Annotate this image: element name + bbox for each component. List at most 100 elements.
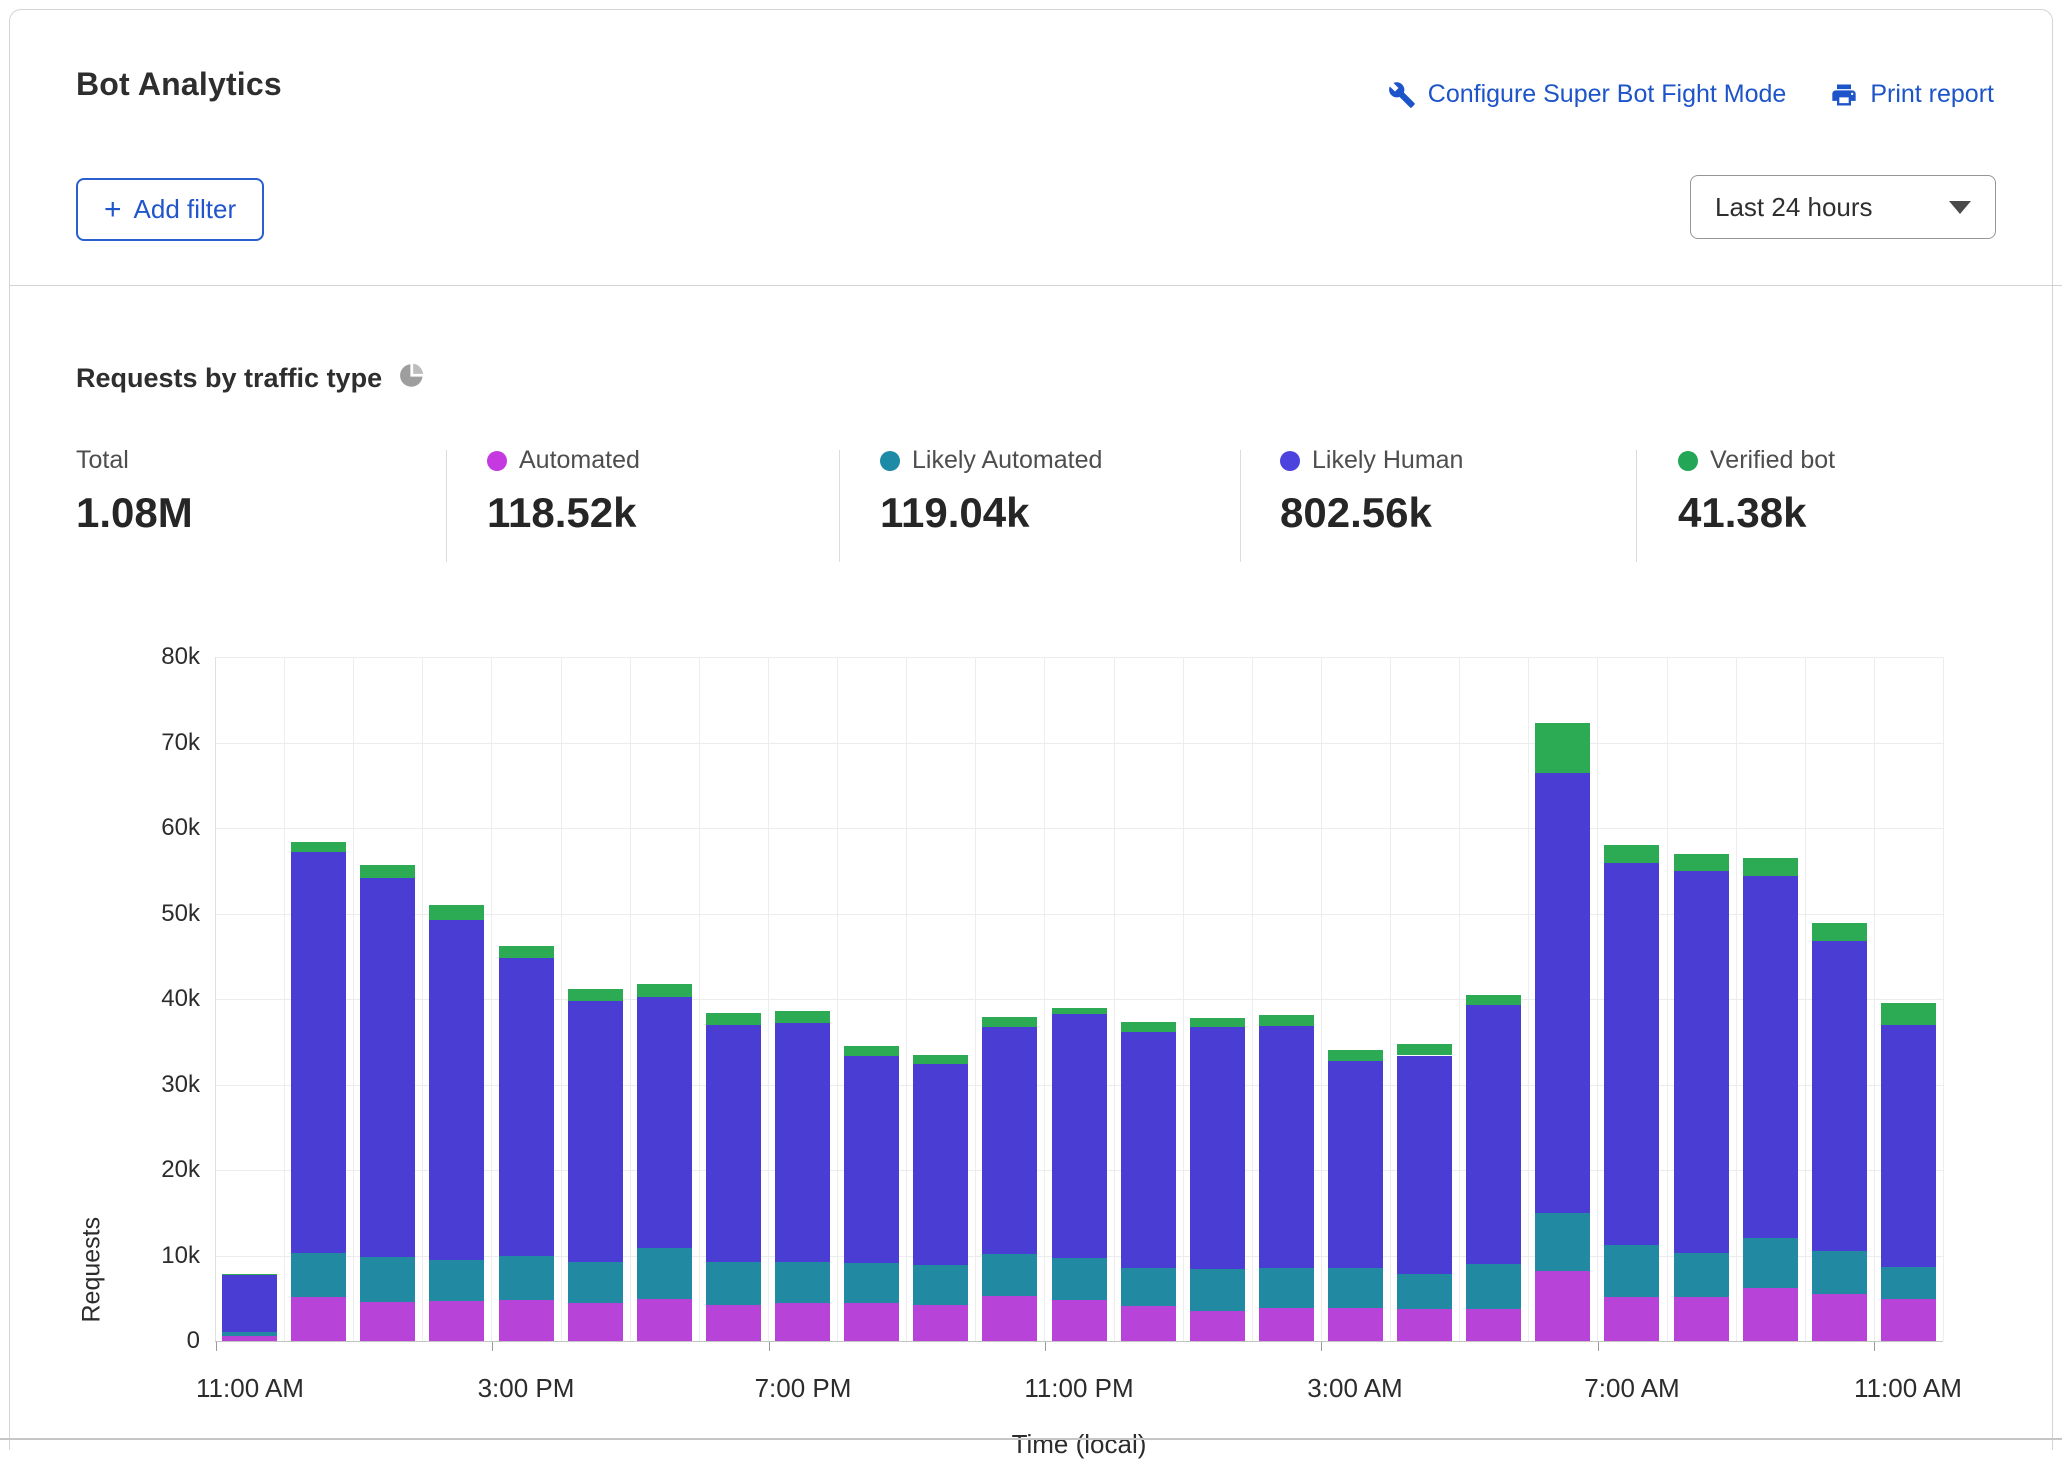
v-gridline <box>1597 657 1598 1341</box>
bar-5-00-pm[interactable] <box>637 984 692 1341</box>
segment-verified-bot <box>1121 1022 1176 1031</box>
x-tick-label: 3:00 AM <box>1265 1373 1445 1404</box>
segment-likely-automated <box>1328 1268 1383 1308</box>
stat-label: Total <box>76 446 129 475</box>
bar-4-00-pm[interactable] <box>568 989 623 1341</box>
segment-likely-human <box>429 920 484 1260</box>
bar-8-00-pm[interactable] <box>844 1046 899 1341</box>
stat-separator <box>1240 450 1241 562</box>
stat-likely-automated[interactable]: Likely Automated119.04k <box>880 446 1102 537</box>
segment-automated <box>1259 1308 1314 1341</box>
segment-likely-human <box>1121 1032 1176 1268</box>
bar-10-00-am[interactable] <box>1812 923 1867 1341</box>
stat-separator <box>446 450 447 562</box>
bar-2-00-pm[interactable] <box>429 905 484 1341</box>
segment-likely-human <box>360 878 415 1257</box>
x-axis-title: Time (local) <box>929 1429 1229 1460</box>
v-gridline <box>1943 657 1944 1341</box>
bar-4-00-am[interactable] <box>1397 1044 1452 1341</box>
segment-likely-human <box>499 958 554 1256</box>
segment-automated <box>913 1305 968 1341</box>
segment-automated <box>1881 1299 1936 1341</box>
bar-1-00-pm[interactable] <box>360 865 415 1341</box>
segment-likely-human <box>222 1275 277 1331</box>
stat-label: Likely Human <box>1312 446 1463 475</box>
stat-verified-bot[interactable]: Verified bot41.38k <box>1678 446 1835 537</box>
stat-total[interactable]: Total 1.08M <box>76 446 193 537</box>
bar-9-00-am[interactable] <box>1743 858 1798 1341</box>
v-gridline <box>1874 657 1875 1341</box>
stat-automated[interactable]: Automated118.52k <box>487 446 640 537</box>
y-tick-label: 60k <box>120 814 200 842</box>
bar-7-00-am[interactable] <box>1604 845 1659 1341</box>
segment-likely-automated <box>844 1263 899 1303</box>
segment-automated <box>499 1300 554 1341</box>
y-tick-label: 20k <box>120 1156 200 1184</box>
bar-3-00-am[interactable] <box>1328 1049 1383 1341</box>
segment-automated <box>1535 1271 1590 1341</box>
y-tick-label: 50k <box>120 900 200 928</box>
segment-likely-human <box>982 1027 1037 1254</box>
bar-9-00-pm[interactable] <box>913 1055 968 1341</box>
print-report-link[interactable]: Print report <box>1830 80 1994 109</box>
segment-verified-bot <box>429 905 484 920</box>
print-link-label: Print report <box>1870 80 1994 109</box>
stat-value: 1.08M <box>76 489 193 537</box>
bar-11-00-pm[interactable] <box>1052 1008 1107 1341</box>
bar-8-00-am[interactable] <box>1674 854 1729 1341</box>
configure-super-bot-fight-mode-link[interactable]: Configure Super Bot Fight Mode <box>1388 80 1787 109</box>
configure-link-label: Configure Super Bot Fight Mode <box>1428 80 1787 109</box>
segment-automated <box>1812 1294 1867 1341</box>
segment-likely-human <box>291 852 346 1253</box>
add-filter-button[interactable]: + Add filter <box>76 178 264 241</box>
segment-likely-human <box>1190 1027 1245 1269</box>
v-gridline <box>1321 657 1322 1341</box>
segment-likely-automated <box>1190 1269 1245 1311</box>
bar-11-00-am[interactable] <box>222 1273 277 1341</box>
segment-likely-automated <box>1812 1251 1867 1294</box>
segment-likely-human <box>1812 941 1867 1251</box>
bar-12-00-am[interactable] <box>1121 1022 1176 1341</box>
stats-row: Total 1.08M Automated118.52k Likely Automat… <box>10 440 2062 570</box>
bar-6-00-am[interactable] <box>1535 723 1590 1341</box>
bar-11-00-am[interactable] <box>1881 1003 1936 1341</box>
segment-verified-bot <box>1881 1003 1936 1024</box>
segment-likely-human <box>706 1025 761 1262</box>
segment-verified-bot <box>1466 995 1521 1005</box>
chevron-down-icon <box>1949 201 1971 214</box>
segment-verified-bot <box>1259 1015 1314 1025</box>
segment-likely-human <box>1328 1061 1383 1268</box>
segment-verified-bot <box>1674 854 1729 871</box>
pie-chart-icon[interactable] <box>398 362 425 394</box>
bar-1-00-am[interactable] <box>1190 1018 1245 1341</box>
y-tick-label: 70k <box>120 729 200 757</box>
h-gridline <box>215 657 1943 658</box>
segment-verified-bot <box>1052 1008 1107 1015</box>
segment-automated <box>1743 1288 1798 1341</box>
x-tick-label: 3:00 PM <box>436 1373 616 1404</box>
bar-12-00-pm[interactable] <box>291 842 346 1341</box>
bar-5-00-am[interactable] <box>1466 995 1521 1341</box>
segment-verified-bot <box>913 1055 968 1064</box>
y-axis-title: Requests <box>78 1283 107 1323</box>
stat-likely-human[interactable]: Likely Human802.56k <box>1280 446 1463 537</box>
x-tick-mark <box>769 1342 770 1351</box>
x-tick-mark <box>1045 1342 1046 1351</box>
segment-verified-bot <box>775 1011 830 1023</box>
time-range-dropdown[interactable]: Last 24 hours <box>1690 175 1996 239</box>
segment-likely-human <box>1259 1026 1314 1269</box>
bar-7-00-pm[interactable] <box>775 1011 830 1341</box>
bar-2-00-am[interactable] <box>1259 1015 1314 1341</box>
segment-likely-automated <box>1604 1245 1659 1296</box>
segment-verified-bot <box>499 946 554 958</box>
segment-likely-human <box>1674 871 1729 1253</box>
segment-verified-bot <box>222 1274 277 1276</box>
bar-10-00-pm[interactable] <box>982 1017 1037 1341</box>
segment-likely-automated <box>1466 1264 1521 1309</box>
bar-3-00-pm[interactable] <box>499 946 554 1341</box>
x-tick-mark <box>492 1342 493 1351</box>
v-gridline <box>1667 657 1668 1341</box>
segment-likely-automated <box>1535 1213 1590 1271</box>
v-gridline <box>837 657 838 1341</box>
bar-6-00-pm[interactable] <box>706 1013 761 1341</box>
